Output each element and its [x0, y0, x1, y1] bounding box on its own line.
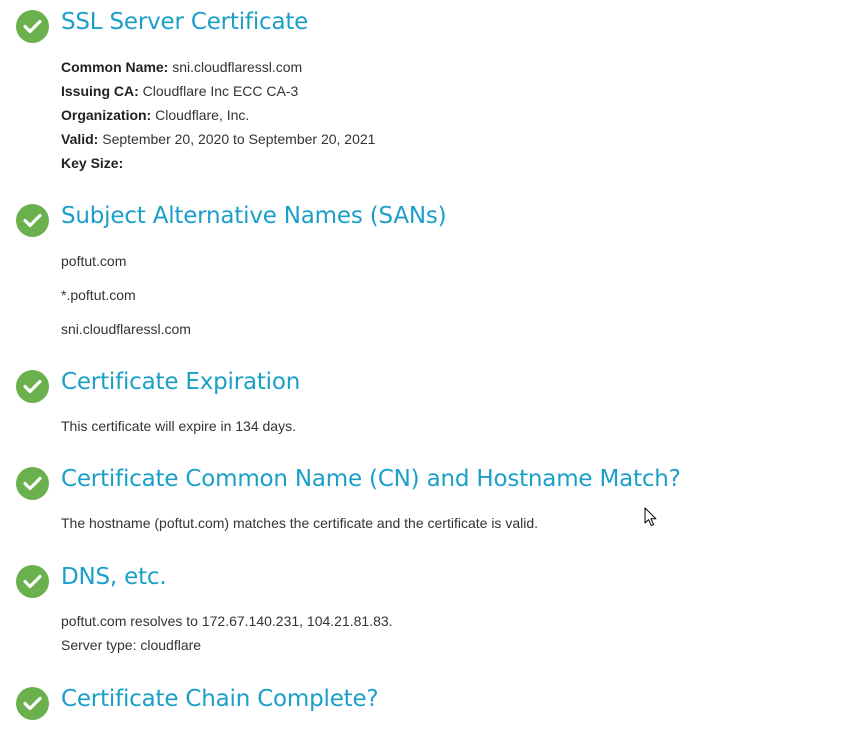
check-circle-icon	[16, 204, 49, 237]
check-circle-icon	[16, 10, 49, 43]
check-circle-icon	[16, 370, 49, 403]
san-item: sni.cloudflaressl.com	[61, 321, 191, 337]
san-list: poftut.com *.poftut.com sni.cloudflaress…	[61, 251, 191, 353]
section-heading: Subject Alternative Names (SANs)	[61, 203, 447, 229]
field-value: sni.cloudflaressl.com	[172, 59, 303, 75]
field-label: Valid:	[61, 131, 99, 147]
san-item: *.poftut.com	[61, 287, 136, 303]
field-label: Organization:	[61, 107, 152, 123]
dns-details: poftut.com resolves to 172.67.140.231, 1…	[61, 609, 393, 657]
field-label: Key Size:	[61, 155, 124, 171]
section-heading: Certificate Expiration	[61, 369, 301, 395]
hostname-match-text: The hostname (poftut.com) matches the ce…	[61, 515, 538, 531]
section-heading: DNS, etc.	[61, 564, 167, 590]
key-size-row: Key Size:	[61, 151, 375, 175]
section-heading: Certificate Chain Complete?	[61, 686, 379, 712]
validity-row: Valid: September 20, 2020 to September 2…	[61, 127, 375, 151]
field-value: September 20, 2020 to September 20, 2021	[102, 131, 376, 147]
issuing-ca-row: Issuing CA: Cloudflare Inc ECC CA-3	[61, 79, 375, 103]
server-type-line: Server type: cloudflare	[61, 637, 202, 653]
certificate-details: Common Name: sni.cloudflaressl.com Issui…	[61, 55, 375, 175]
check-circle-icon	[16, 467, 49, 500]
check-circle-icon	[16, 687, 49, 720]
section-heading: SSL Server Certificate	[61, 9, 309, 35]
check-circle-icon	[16, 565, 49, 598]
field-value: Cloudflare Inc ECC CA-3	[142, 83, 299, 99]
field-value: Cloudflare, Inc.	[155, 107, 250, 123]
dns-resolve-line: poftut.com resolves to 172.67.140.231, 1…	[61, 613, 393, 629]
organization-row: Organization: Cloudflare, Inc.	[61, 103, 375, 127]
field-label: Common Name:	[61, 59, 169, 75]
section-heading: Certificate Common Name (CN) and Hostnam…	[61, 466, 681, 492]
expiration-text: This certificate will expire in 134 days…	[61, 418, 296, 434]
field-label: Issuing CA:	[61, 83, 139, 99]
mouse-cursor-icon	[644, 507, 658, 527]
common-name-row: Common Name: sni.cloudflaressl.com	[61, 55, 375, 79]
san-item: poftut.com	[61, 253, 127, 269]
